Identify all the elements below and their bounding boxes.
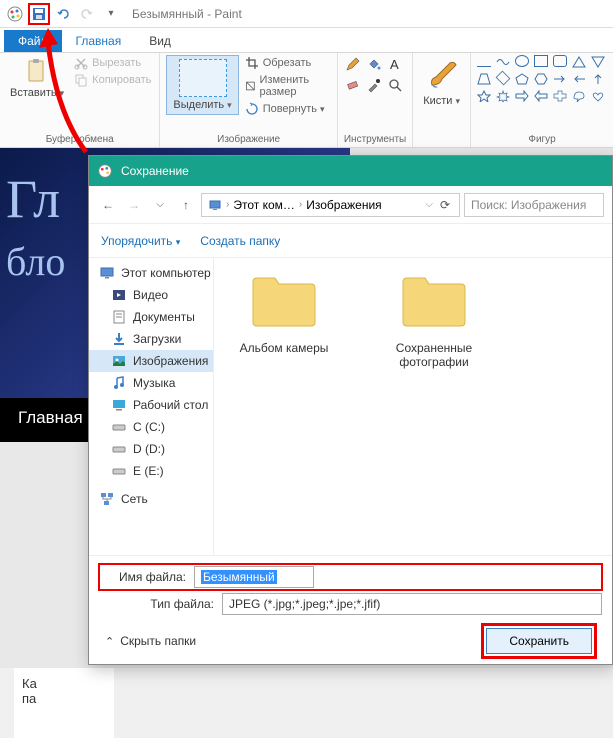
dialog-bottom: Имя файла: Безымянный Тип файла: JPEG (*… [89,555,612,664]
group-label-image: Изображение [166,134,330,147]
paint-app-icon [4,3,26,25]
group-brushes: Кисти [413,53,471,147]
ribbon: Вставить Вырезать Копировать Буфер обмен… [0,52,613,148]
svg-text:A: A [390,57,399,72]
refresh-button[interactable]: ⟳ [437,194,453,216]
filetype-select[interactable]: JPEG (*.jpg;*.jpeg;*.jpe;*.jfif) [222,593,602,615]
redo-button[interactable] [76,3,98,25]
nav-back-button[interactable]: ← [97,194,119,216]
hide-folders-button[interactable]: ⌃ Скрыть папки [105,634,196,648]
tree-this-pc[interactable]: Этот компьютер [89,262,213,284]
fill-tool-icon[interactable] [365,55,383,73]
cut-button[interactable]: Вырезать [72,55,153,71]
group-shapes: Фигур [471,53,613,147]
paste-button[interactable]: Вставить [6,55,68,101]
picker-tool-icon[interactable] [365,76,383,94]
tree-music[interactable]: Музыка [89,372,213,394]
dialog-title: Сохранение [121,164,189,178]
group-image: Выделить Обрезать Изменить размер Поверн… [160,53,337,147]
group-label-shapes: Фигур [477,134,607,147]
paint-app-icon [97,163,113,179]
rotate-button[interactable]: Повернуть [243,101,331,117]
tree-downloads[interactable]: Загрузки [89,328,213,350]
tab-view[interactable]: Вид [135,30,185,52]
select-button[interactable]: Выделить [166,55,238,115]
dialog-titlebar[interactable]: Сохранение [89,156,612,186]
pc-icon [208,198,222,212]
group-clipboard: Вставить Вырезать Копировать Буфер обмен… [0,53,160,147]
tree-disk-c[interactable]: C (С:) [89,416,213,438]
tree-network[interactable]: Сеть [89,488,213,510]
tree-pictures[interactable]: Изображения [89,350,213,372]
organize-button[interactable]: Упорядочить ▾ [101,234,180,248]
chevron-up-icon: ⌃ [105,635,114,648]
crop-button[interactable]: Обрезать [243,55,331,71]
eraser-tool-icon[interactable] [344,76,362,94]
save-button[interactable]: Сохранить [486,628,592,654]
pencil-tool-icon[interactable] [344,55,362,73]
canvas-text: бло [6,238,65,285]
window-title: Безымянный - Paint [132,7,242,21]
save-button[interactable] [28,3,50,25]
save-dialog: Сохранение ← → ⌵ ↑ › Этот ком… › Изображ… [88,155,613,665]
undo-button[interactable] [52,3,74,25]
group-tools: A Инструменты [338,53,413,147]
search-input[interactable]: Поиск: Изображения [464,193,604,217]
folder-content[interactable]: Альбом камеры Сохраненные фотографии [214,258,612,555]
folder-camera-roll[interactable]: Альбом камеры [224,274,344,355]
group-label-tools: Инструменты [344,134,406,147]
folder-tree[interactable]: Этот компьютер Видео Документы Загрузки … [89,258,214,555]
breadcrumb[interactable]: › Этот ком… › Изображения ⌵ ⟳ [201,193,460,217]
canvas-text: Гл [6,168,60,230]
tree-videos[interactable]: Видео [89,284,213,306]
tab-file[interactable]: Файл [4,30,62,52]
filename-input[interactable]: Безымянный [194,566,314,588]
nav-forward-button[interactable]: → [123,194,145,216]
chevron-down-icon[interactable]: ⌵ [425,199,433,210]
zoom-tool-icon[interactable] [386,76,404,94]
dialog-toolbar: Упорядочить ▾ Создать папку [89,224,612,258]
copy-button[interactable]: Копировать [72,72,153,88]
breadcrumb-pc[interactable]: Этот ком… [233,198,295,212]
nav-recent-button[interactable]: ⌵ [149,194,171,216]
quick-access-toolbar: ▾ [4,3,122,25]
titlebar: ▾ Безымянный - Paint [0,0,613,28]
select-marquee-icon [179,59,227,97]
filetype-label: Тип файла: [129,597,214,611]
tree-documents[interactable]: Документы [89,306,213,328]
folder-saved-photos[interactable]: Сохраненные фотографии [374,274,494,369]
chevron-right-icon[interactable]: › [226,199,229,210]
ribbon-tabs: Файл Главная Вид [0,28,613,52]
tree-disk-d[interactable]: D (D:) [89,438,213,460]
breadcrumb-folder[interactable]: Изображения [306,198,381,212]
nav-up-button[interactable]: ↑ [175,194,197,216]
tree-desktop[interactable]: Рабочий стол [89,394,213,416]
text-tool-icon[interactable]: A [386,55,404,73]
new-folder-button[interactable]: Создать папку [200,234,280,248]
canvas-card: Ка па [14,668,114,738]
chevron-right-icon[interactable]: › [299,199,302,210]
brushes-button[interactable]: Кисти [419,55,464,109]
resize-button[interactable]: Изменить размер [243,73,331,99]
shapes-gallery[interactable] [477,55,607,103]
qat-customize-icon[interactable]: ▾ [100,3,122,25]
group-label-clipboard: Буфер обмена [6,134,153,147]
tab-home[interactable]: Главная [62,30,136,52]
filename-label: Имя файла: [101,570,186,584]
tree-disk-e[interactable]: E (E:) [89,460,213,482]
dialog-nav: ← → ⌵ ↑ › Этот ком… › Изображения ⌵ ⟳ По… [89,186,612,224]
